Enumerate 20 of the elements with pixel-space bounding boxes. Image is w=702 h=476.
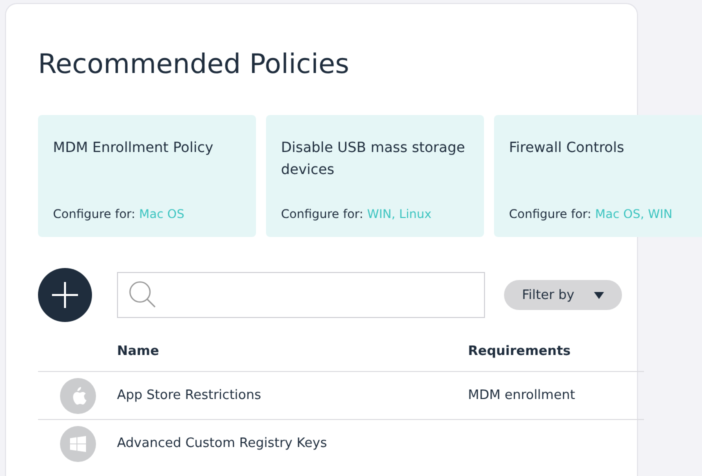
- configure-platforms: Configure for: WIN, Linux: [281, 207, 432, 221]
- policy-name: Firewall Controls: [509, 139, 626, 158]
- caret-icon: [594, 292, 604, 298]
- policy-card[interactable]: MDM Enrollment Policy Configure for: Mac OS: [38, 115, 256, 237]
- search-icon: [128, 280, 158, 310]
- policy-card[interactable]: Firewall Controls Configure for: Mac OS, WIN: [494, 115, 702, 237]
- configure-platforms: Configure for: Mac OS: [53, 207, 186, 221]
- plus-icon: [50, 280, 80, 310]
- search-field[interactable]: [117, 272, 485, 318]
- policy-name: MDM Enrollment Policy: [53, 139, 214, 158]
- configure-platforms: Configure for: Mac OS, WIN: [509, 207, 674, 221]
- column-header: Requirements: [468, 342, 572, 360]
- policy-name-cell-text: App Store Restrictions: [117, 388, 262, 403]
- page-title: Recommended Policies: [38, 49, 350, 82]
- filter-dropdown[interactable]: Filter by: [504, 280, 622, 310]
- policy-name-cell-text: Advanced Custom Registry Keys: [117, 436, 328, 451]
- policy-card[interactable]: Disable USB mass storage devices Configure for: WIN, Linux: [266, 115, 484, 237]
- policy-name: Disable USB mass storage devices: [281, 139, 466, 180]
- column-header: Name: [117, 342, 160, 360]
- requirements-cell-text: MDM enrollment: [468, 388, 576, 403]
